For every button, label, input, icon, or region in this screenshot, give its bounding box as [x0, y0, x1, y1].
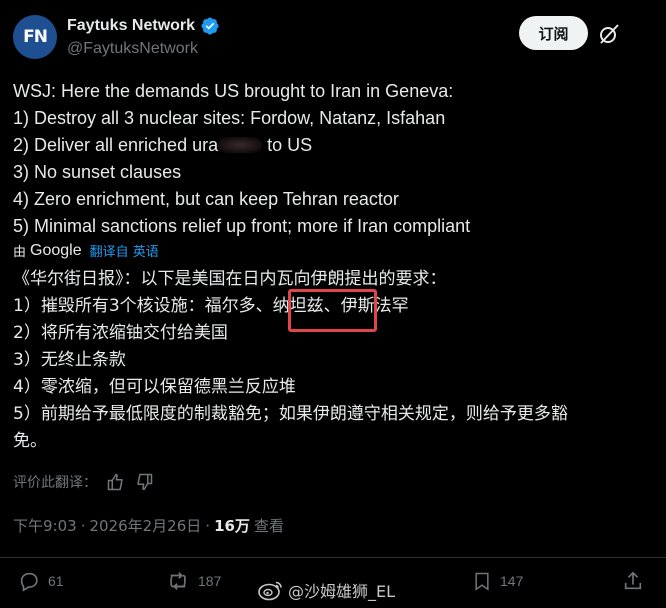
avatar-logo: FN	[23, 27, 48, 47]
watermark-text: @沙姆雄狮_EL	[288, 582, 396, 601]
bookmark-button[interactable]: 147	[472, 570, 523, 592]
tweet-line-part: to US	[267, 135, 313, 155]
redaction-smudge	[218, 137, 263, 153]
repost-icon	[170, 572, 186, 590]
translated-line: 3）无终止条款	[13, 350, 126, 370]
views-count: 16万	[214, 517, 250, 535]
meta-separator: ·	[205, 516, 211, 535]
translation-attribution: 由 Google 翻译自 英语	[13, 241, 159, 261]
reply-count: 61	[48, 573, 64, 589]
translated-line: 5）前期给予最低限度的制裁豁免；如果伊朗遵守相关规定，则给予更多豁	[13, 404, 568, 424]
tweet-line: 4) Zero enrichment, but can keep Tehran …	[13, 189, 399, 209]
watermark: @沙姆雄狮_EL	[258, 578, 395, 602]
google-label: Google	[30, 241, 82, 259]
tweet-time[interactable]: 下午9:03	[13, 515, 77, 536]
author-name-row: Faytuks Network	[67, 16, 220, 36]
repost-count: 187	[198, 573, 222, 589]
weibo-logo-icon	[258, 581, 282, 601]
translated-line: 免。	[13, 431, 47, 451]
avatar[interactable]: FN	[13, 15, 57, 59]
author-name[interactable]: Faytuks Network	[67, 17, 195, 35]
translated-by-label: 由	[13, 245, 27, 260]
translated-from-link[interactable]: 翻译自 英语	[90, 241, 159, 260]
translated-line: 4）零浓缩，但可以保留德黑兰反应堆	[13, 377, 296, 397]
tweet-line: 3) No sunset clauses	[13, 162, 182, 182]
bookmark-count: 147	[500, 573, 524, 589]
reply-icon	[20, 572, 38, 592]
tweet-meta: 下午9:03 · 2026年2月26日 · 16万 查看	[13, 515, 284, 536]
rate-translation-label: 评价此翻译：	[13, 475, 97, 491]
tweet-line-part: 2) Deliver all enriched ura	[13, 135, 219, 155]
rate-translation-row: 评价此翻译：	[13, 472, 153, 492]
thumbs-down-icon[interactable]	[135, 473, 153, 491]
share-icon	[624, 571, 642, 590]
repost-button[interactable]: 187	[166, 570, 221, 592]
share-button[interactable]	[622, 570, 644, 592]
grok-icon[interactable]	[597, 22, 621, 46]
tweet-line: 1) Destroy all 3 nuclear sites: Fordow, …	[13, 108, 446, 128]
author-handle[interactable]: @FaytuksNetwork	[67, 40, 198, 58]
meta-separator: ·	[80, 516, 86, 535]
highlight-box	[288, 289, 377, 332]
tweet-line: 2) Deliver all enriched ura to US	[13, 132, 653, 159]
tweet-line: 5) Minimal sanctions relief up front; mo…	[13, 216, 471, 236]
reply-button[interactable]: 61	[18, 570, 64, 592]
subscribe-button[interactable]: 订阅	[519, 16, 588, 50]
bookmark-icon	[475, 572, 489, 591]
tweet-date[interactable]: 2026年2月26日	[89, 515, 201, 536]
verified-badge-icon	[200, 16, 220, 36]
divider	[0, 557, 666, 558]
thumbs-up-icon[interactable]	[107, 473, 125, 491]
views-label: 查看	[253, 517, 284, 535]
tweet-header: FN Faytuks Network @FaytuksNetwork 订阅	[0, 0, 666, 72]
tweet-line: WSJ: Here the demands US brought to Iran…	[13, 81, 454, 101]
tweet-text: WSJ: Here the demands US brought to Iran…	[13, 78, 653, 240]
